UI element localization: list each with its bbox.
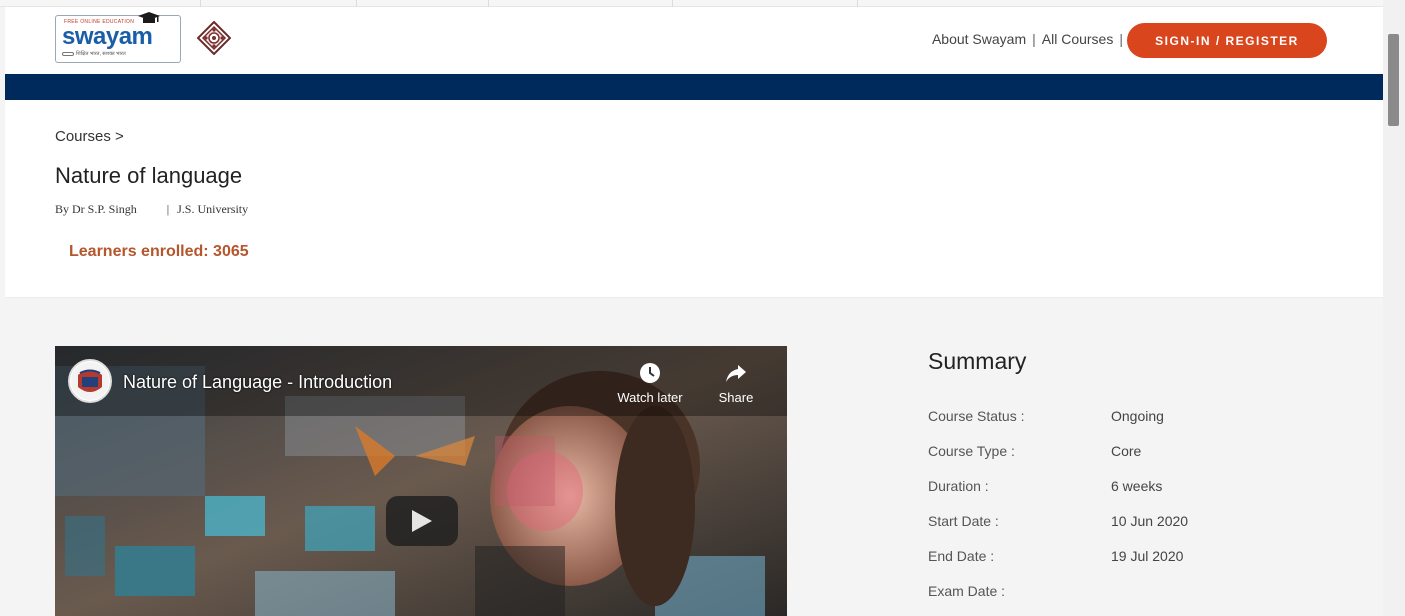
clock-icon (640, 363, 660, 383)
summary-key: Course Type : (928, 443, 1015, 459)
summary-key: Exam Date : (928, 583, 1006, 599)
summary-value: Core (1111, 443, 1142, 459)
nav-separator: | (1032, 31, 1036, 47)
byline-separator: | (166, 202, 170, 216)
summary-row-status: Course Status : Ongoing (928, 408, 1164, 424)
ministry-emblem-icon (197, 21, 231, 55)
summary-key: Duration : (928, 478, 989, 494)
watch-later-button[interactable]: Watch later (611, 362, 689, 405)
nav-about-swayam[interactable]: About Swayam (932, 31, 1026, 47)
video-title[interactable]: Nature of Language - Introduction (123, 372, 392, 393)
play-button[interactable] (386, 496, 458, 546)
signin-register-button[interactable]: SIGN-IN / REGISTER (1127, 23, 1327, 58)
instructor-name: By Dr S.P. Singh (55, 202, 137, 216)
summary-row-start-date: Start Date : 10 Jun 2020 (928, 513, 1188, 529)
course-info-section: Courses > Nature of language By Dr S.P. … (5, 100, 1383, 298)
share-label: Share (718, 390, 754, 405)
nav-all-courses[interactable]: All Courses (1042, 31, 1114, 47)
page-scrollbar[interactable] (1383, 0, 1405, 616)
summary-heading: Summary (928, 348, 1027, 374)
summary-key: End Date : (928, 548, 995, 564)
share-button[interactable]: Share (713, 362, 759, 405)
tab-divider (857, 0, 858, 7)
tab-divider (488, 0, 489, 7)
summary-value: 10 Jun 2020 (1111, 513, 1189, 529)
plug-icon (62, 52, 74, 56)
scrollbar-thumb[interactable] (1388, 34, 1399, 126)
summary-row-exam-date: Exam Date : (928, 583, 1111, 599)
breadcrumb[interactable]: Courses > (55, 128, 124, 145)
summary-value: 19 Jul 2020 (1111, 548, 1184, 564)
summary-value: 6 weeks (1111, 478, 1163, 494)
tab-divider (672, 0, 673, 7)
summary-key: Start Date : (928, 513, 999, 529)
nav-separator: | (1119, 31, 1123, 47)
university-name: J.S. University (177, 202, 249, 216)
summary-key: Course Status : (928, 408, 1025, 424)
course-title: Nature of language (55, 163, 243, 188)
university-crest-icon (71, 362, 109, 400)
logo-wordmark: swayam (62, 23, 153, 50)
play-icon (412, 510, 432, 532)
browser-tab-strip (0, 0, 1385, 7)
top-nav: About Swayam | All Courses | (932, 31, 1123, 47)
summary-value: Ongoing (1111, 408, 1164, 424)
tab-divider (200, 0, 201, 7)
watch-later-label: Watch later (617, 390, 683, 405)
tab-divider (356, 0, 357, 7)
site-header: FREE ONLINE EDUCATION swayam शिक्षित भार… (5, 7, 1383, 74)
share-arrow-icon (726, 365, 746, 382)
header-blue-bar (5, 74, 1383, 100)
learners-enrolled: Learners enrolled: 3065 (69, 243, 249, 260)
summary-row-end-date: End Date : 19 Jul 2020 (928, 548, 1183, 564)
logo-tagline: शिक्षित भारत, सशक्त भारत (76, 51, 126, 57)
course-byline: By Dr S.P. Singh | J.S. University (55, 202, 248, 217)
swayam-logo[interactable]: FREE ONLINE EDUCATION swayam शिक्षित भार… (55, 12, 181, 63)
page: FREE ONLINE EDUCATION swayam शिक्षित भार… (0, 0, 1405, 616)
channel-avatar[interactable] (68, 359, 112, 403)
video-player[interactable]: Nature of Language - Introduction Watch … (55, 346, 787, 616)
summary-row-duration: Duration : 6 weeks (928, 478, 1162, 494)
summary-row-type: Course Type : Core (928, 443, 1141, 459)
